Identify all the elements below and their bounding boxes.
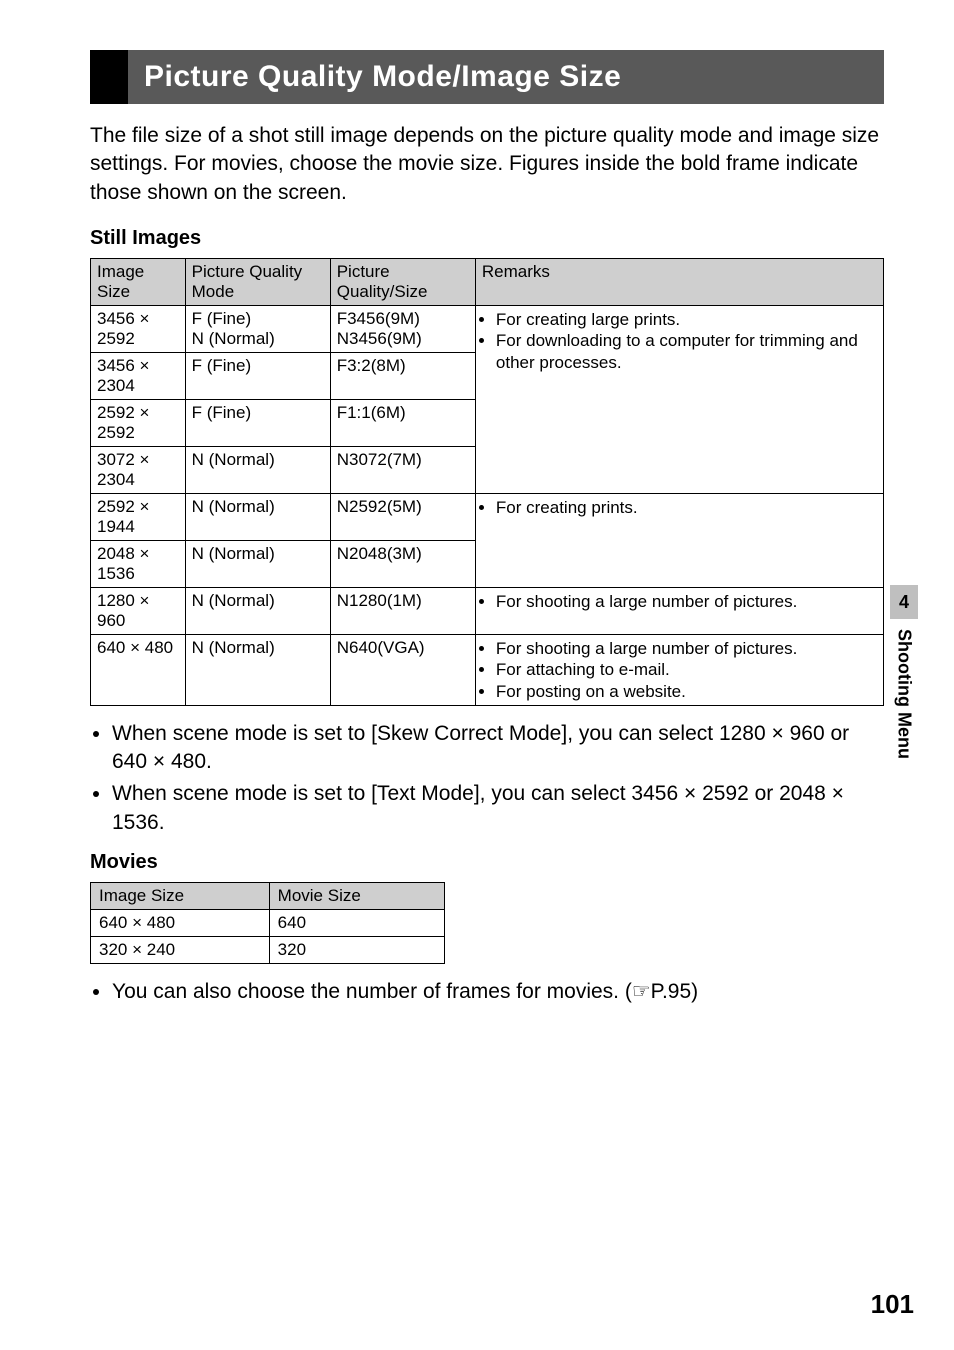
col-remarks: Remarks <box>475 259 883 306</box>
table-row: 3456 × 2592 F (Fine) N (Normal) F3456(9M… <box>91 306 884 353</box>
movies-table: Image Size Movie Size 640 × 480 640 320 … <box>90 882 445 964</box>
cell-pq-mode: N (Normal) <box>185 588 330 635</box>
intro-paragraph: The file size of a shot still image depe… <box>90 122 884 207</box>
note-list: When scene mode is set to [Skew Correct … <box>90 720 884 837</box>
cell-pq-size: F3:2(8M) <box>330 353 475 400</box>
cell-text: N3456(9M) <box>337 329 422 348</box>
cell-image-size: 2592 × 2592 <box>91 400 186 447</box>
table-row: 640 × 480 640 <box>91 910 445 937</box>
cell-pq-mode: N (Normal) <box>185 635 330 706</box>
cell-image-size: 3456 × 2304 <box>91 353 186 400</box>
table-row: 2592 × 1944 N (Normal) N2592(5M) For cre… <box>91 494 884 541</box>
remark-item: For creating large prints. <box>496 309 877 330</box>
col-image-size: Image Size <box>91 259 186 306</box>
cell-remarks: For creating large prints. For downloadi… <box>475 306 883 494</box>
side-tab: 4 Shooting Menu <box>890 585 918 759</box>
section-title: Picture Quality Mode/Image Size <box>128 50 884 104</box>
title-left-block <box>90 50 128 104</box>
cell-image-size: 640 × 480 <box>91 635 186 706</box>
cell-pq-size: N640(VGA) <box>330 635 475 706</box>
cell-pq-mode: F (Fine) <box>185 400 330 447</box>
page-ref-link[interactable]: P.95 <box>651 980 692 1003</box>
cell-pq-mode: N (Normal) <box>185 447 330 494</box>
table-row: 320 × 240 320 <box>91 937 445 964</box>
cell-text: F (Fine) <box>192 309 252 328</box>
col-picture-quality-mode: Picture Quality Mode <box>185 259 330 306</box>
col-picture-quality-size: Picture Quality/Size <box>330 259 475 306</box>
cell-pq-mode: F (Fine) <box>185 353 330 400</box>
remark-item: For shooting a large number of pictures. <box>496 638 877 659</box>
note-item: When scene mode is set to [Skew Correct … <box>112 720 884 777</box>
movies-heading: Movies <box>90 851 884 874</box>
cell-image-size: 2592 × 1944 <box>91 494 186 541</box>
cell-remarks: For creating prints. <box>475 494 883 588</box>
cell-pq-size: F3456(9M) N3456(9M) <box>330 306 475 353</box>
col-image-size: Image Size <box>91 883 270 910</box>
cell-pq-mode: N (Normal) <box>185 494 330 541</box>
cell-image-size: 1280 × 960 <box>91 588 186 635</box>
table-header-row: Image Size Picture Quality Mode Picture … <box>91 259 884 306</box>
remark-item: For creating prints. <box>496 497 877 518</box>
still-images-heading: Still Images <box>90 227 884 250</box>
cell-text: N (Normal) <box>192 329 275 348</box>
cell-movie-size: 640 <box>269 910 444 937</box>
chapter-label: Shooting Menu <box>894 629 915 759</box>
note-text-prefix: You can also choose the number of frames… <box>112 980 632 1003</box>
chapter-number-box: 4 <box>890 585 918 619</box>
cell-pq-mode: F (Fine) N (Normal) <box>185 306 330 353</box>
page-number: 101 <box>871 1289 914 1320</box>
cell-image-size: 3456 × 2592 <box>91 306 186 353</box>
remark-item: For posting on a website. <box>496 681 877 702</box>
cell-text: F3456(9M) <box>337 309 420 328</box>
note-text-suffix: ) <box>691 980 698 1003</box>
note-item: When scene mode is set to [Text Mode], y… <box>112 780 884 837</box>
cell-pq-mode: N (Normal) <box>185 541 330 588</box>
cell-pq-size: F1:1(6M) <box>330 400 475 447</box>
section-title-bar: Picture Quality Mode/Image Size <box>90 50 884 104</box>
note-item: You can also choose the number of frames… <box>112 978 884 1006</box>
table-row: 640 × 480 N (Normal) N640(VGA) For shoot… <box>91 635 884 706</box>
cell-pq-size: N3072(7M) <box>330 447 475 494</box>
remark-item: For downloading to a computer for trimmi… <box>496 330 877 373</box>
cell-image-size: 320 × 240 <box>91 937 270 964</box>
remark-item: For shooting a large number of pictures. <box>496 591 877 612</box>
remark-item: For attaching to e-mail. <box>496 659 877 680</box>
cell-remarks: For shooting a large number of pictures. <box>475 588 883 635</box>
cell-pq-size: N2592(5M) <box>330 494 475 541</box>
hand-pointer-icon: ☞ <box>632 978 651 1006</box>
cell-image-size: 2048 × 1536 <box>91 541 186 588</box>
table-header-row: Image Size Movie Size <box>91 883 445 910</box>
still-images-table: Image Size Picture Quality Mode Picture … <box>90 258 884 706</box>
cell-pq-size: N2048(3M) <box>330 541 475 588</box>
cell-image-size: 640 × 480 <box>91 910 270 937</box>
cell-image-size: 3072 × 2304 <box>91 447 186 494</box>
cell-remarks: For shooting a large number of pictures.… <box>475 635 883 706</box>
cell-movie-size: 320 <box>269 937 444 964</box>
cell-pq-size: N1280(1M) <box>330 588 475 635</box>
table-row: 1280 × 960 N (Normal) N1280(1M) For shoo… <box>91 588 884 635</box>
col-movie-size: Movie Size <box>269 883 444 910</box>
note-list: You can also choose the number of frames… <box>90 978 884 1006</box>
